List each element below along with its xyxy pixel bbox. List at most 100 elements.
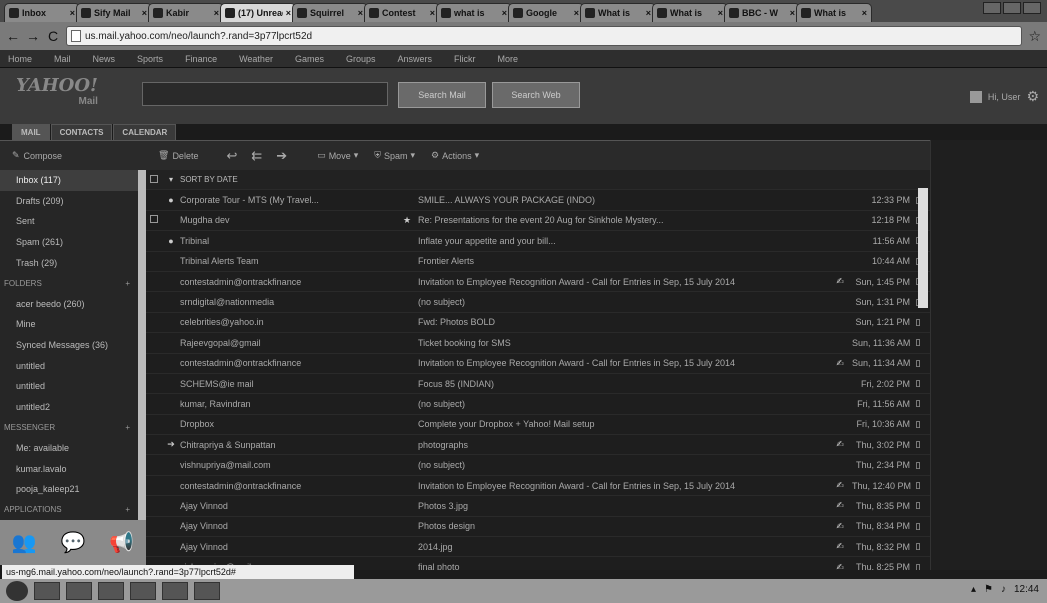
select-all-checkbox[interactable] — [146, 174, 164, 185]
compose-button[interactable]: ✎ Compose — [0, 150, 142, 161]
table-row[interactable]: ● Corporate Tour - MTS (My Travel... SMILE… — [146, 190, 930, 211]
taskbar-app-chrome[interactable] — [66, 582, 92, 600]
row-action-icon[interactable]: ▯ — [910, 398, 926, 409]
flag-icon[interactable]: ⚑ — [984, 584, 993, 595]
close-icon[interactable]: × — [574, 8, 579, 18]
spam-button[interactable]: ⛨ Spam ▾ — [374, 150, 415, 161]
clock[interactable]: 12:44 — [1014, 584, 1039, 595]
browser-tab[interactable]: (17) Unread × — [220, 3, 296, 22]
taskbar-app-media[interactable] — [98, 582, 124, 600]
url-field[interactable]: us.mail.yahoo.com/neo/launch?.rand=3p77l… — [66, 26, 1023, 46]
table-row[interactable]: Ajay Vinnod Photos design ✍ Thu, 8:34 PM ▯ — [146, 517, 930, 538]
taskbar-app-photo[interactable] — [194, 582, 220, 600]
messenger-contact[interactable]: pooja_kaleep21 — [0, 479, 138, 500]
close-icon[interactable]: × — [286, 8, 291, 18]
table-row[interactable]: vishnupriya@mail.com (no subject) Thu, 2:3… — [146, 455, 930, 476]
search-mail-button[interactable]: Search Mail — [398, 82, 486, 108]
close-icon[interactable]: × — [70, 8, 75, 18]
nav-link[interactable]: Home — [8, 54, 32, 64]
sidebar-item[interactable]: Trash (29) — [0, 252, 138, 273]
table-row[interactable]: Mugdha dev ★ Re: Presentations for the eve… — [146, 211, 930, 232]
sidebar-folder[interactable]: untitled — [0, 376, 138, 397]
table-row[interactable]: contestadmin@ontrackfinance Invitation to… — [146, 476, 930, 497]
sidebar-folder[interactable]: untitled2 — [0, 397, 138, 418]
browser-tab[interactable]: What is × — [652, 3, 728, 22]
table-row[interactable]: Dropbox Complete your Dropbox + Yahoo! Ma… — [146, 415, 930, 436]
close-icon[interactable]: × — [862, 8, 867, 18]
sidebar-item[interactable]: Spam (261) — [0, 232, 138, 253]
search-input[interactable] — [142, 82, 388, 106]
yahoo-mail-logo[interactable]: YAHOO! Mail — [16, 77, 98, 110]
sort-label[interactable]: SORT BY DATE — [178, 175, 396, 184]
nav-link[interactable]: Answers — [397, 54, 432, 64]
nav-link[interactable]: Sports — [137, 54, 163, 64]
bookmark-star-icon[interactable]: ☆ — [1028, 28, 1041, 45]
row-checkbox[interactable] — [146, 215, 164, 225]
row-action-icon[interactable]: ▯ — [910, 500, 926, 511]
search-web-button[interactable]: Search Web — [492, 82, 580, 108]
forward-icon[interactable]: → — [26, 28, 40, 44]
browser-tab[interactable]: What is × — [580, 3, 656, 22]
star-icon[interactable]: ★ — [396, 215, 418, 226]
folders-section[interactable]: FOLDERS + — [0, 273, 138, 294]
nav-link[interactable]: News — [93, 54, 116, 64]
actions-button[interactable]: ⚙ Actions ▾ — [431, 150, 479, 161]
browser-tab[interactable]: Inbox × — [4, 3, 80, 22]
browser-tab[interactable]: BBC - W × — [724, 3, 800, 22]
table-row[interactable]: Rajeevgopal@gmail Ticket booking for SMS S… — [146, 333, 930, 354]
table-row[interactable]: Ajay Vinnod Photos 3.jpg ✍ Thu, 8:35 PM ▯ — [146, 496, 930, 517]
sidebar-scrollbar[interactable] — [138, 170, 146, 520]
nav-link[interactable]: Flickr — [454, 54, 476, 64]
forward-mail-icon[interactable]: ➔ — [276, 148, 287, 164]
browser-tab[interactable]: Squirrel × — [292, 3, 368, 22]
close-icon[interactable]: × — [142, 8, 147, 18]
taskbar-app-folder[interactable] — [130, 582, 156, 600]
nav-link[interactable]: Finance — [185, 54, 217, 64]
browser-tab[interactable]: what is × — [436, 3, 512, 22]
table-row[interactable]: contestadmin@ontrackfinance Invitation to… — [146, 354, 930, 374]
reply-all-icon[interactable]: ⇇ — [251, 148, 262, 164]
sidebar-folder[interactable]: untitled — [0, 355, 138, 376]
reload-icon[interactable]: C — [46, 28, 60, 44]
browser-tab[interactable]: Google × — [508, 3, 584, 22]
close-window-button[interactable] — [1023, 2, 1041, 14]
table-row[interactable]: ➔ Chitrapriya & Sunpattan photographs ✍ Thu,… — [146, 435, 930, 456]
browser-tab[interactable]: Contest × — [364, 3, 440, 22]
table-row[interactable]: contestadmin@ontrackfinance Invitation to… — [146, 272, 930, 293]
network-icon[interactable]: ▴ — [971, 584, 976, 595]
tab-calendar[interactable]: CALENDAR — [113, 124, 177, 140]
gear-icon[interactable]: ⚙ — [1026, 88, 1039, 105]
close-icon[interactable]: × — [790, 8, 795, 18]
table-row[interactable]: ● Tribinal Inflate your appetite and your … — [146, 231, 930, 252]
row-action-icon[interactable]: ▯ — [910, 317, 926, 328]
table-row[interactable]: celebrities@yahoo.in Fwd: Photos BOLD Sun,… — [146, 313, 930, 334]
nav-link[interactable]: Games — [295, 54, 324, 64]
row-action-icon[interactable]: ▯ — [910, 439, 926, 450]
row-action-icon[interactable]: ▯ — [910, 541, 926, 552]
messenger-contact[interactable]: kumar.lavalo — [0, 458, 138, 479]
plus-icon[interactable]: + — [125, 505, 130, 514]
start-button[interactable] — [6, 581, 28, 601]
table-row[interactable]: Tribinal Alerts Team Frontier Alerts 10:44… — [146, 252, 930, 272]
megaphone-icon[interactable]: 📢 — [109, 530, 134, 555]
table-row[interactable]: srndigital@nationmedia (no subject) Sun, 1… — [146, 292, 930, 313]
close-icon[interactable]: × — [718, 8, 723, 18]
tab-mail[interactable]: MAIL — [12, 124, 50, 140]
row-action-icon[interactable]: ▯ — [910, 562, 926, 570]
volume-icon[interactable]: ♪ — [1001, 584, 1006, 595]
sidebar-item[interactable]: Inbox (117) — [0, 170, 138, 191]
sidebar-folder[interactable]: Synced Messages (36) — [0, 335, 138, 356]
chat-bubble-icon[interactable]: 💬 — [61, 530, 86, 555]
table-row[interactable]: SCHEMS@ie mail Focus 85 (INDIAN) Fri, 2:02… — [146, 374, 930, 395]
taskbar-app-word[interactable] — [162, 582, 188, 600]
people-icon[interactable]: 👥 — [12, 530, 37, 555]
row-action-icon[interactable]: ▯ — [910, 521, 926, 532]
close-icon[interactable]: × — [214, 8, 219, 18]
chevron-down-icon[interactable]: ▾ — [164, 175, 178, 184]
row-action-icon[interactable]: ▯ — [910, 480, 926, 491]
close-icon[interactable]: × — [502, 8, 507, 18]
row-action-icon[interactable]: ▯ — [910, 378, 926, 389]
close-icon[interactable]: × — [430, 8, 435, 18]
maximize-button[interactable] — [1003, 2, 1021, 14]
nav-link[interactable]: Mail — [54, 54, 71, 64]
